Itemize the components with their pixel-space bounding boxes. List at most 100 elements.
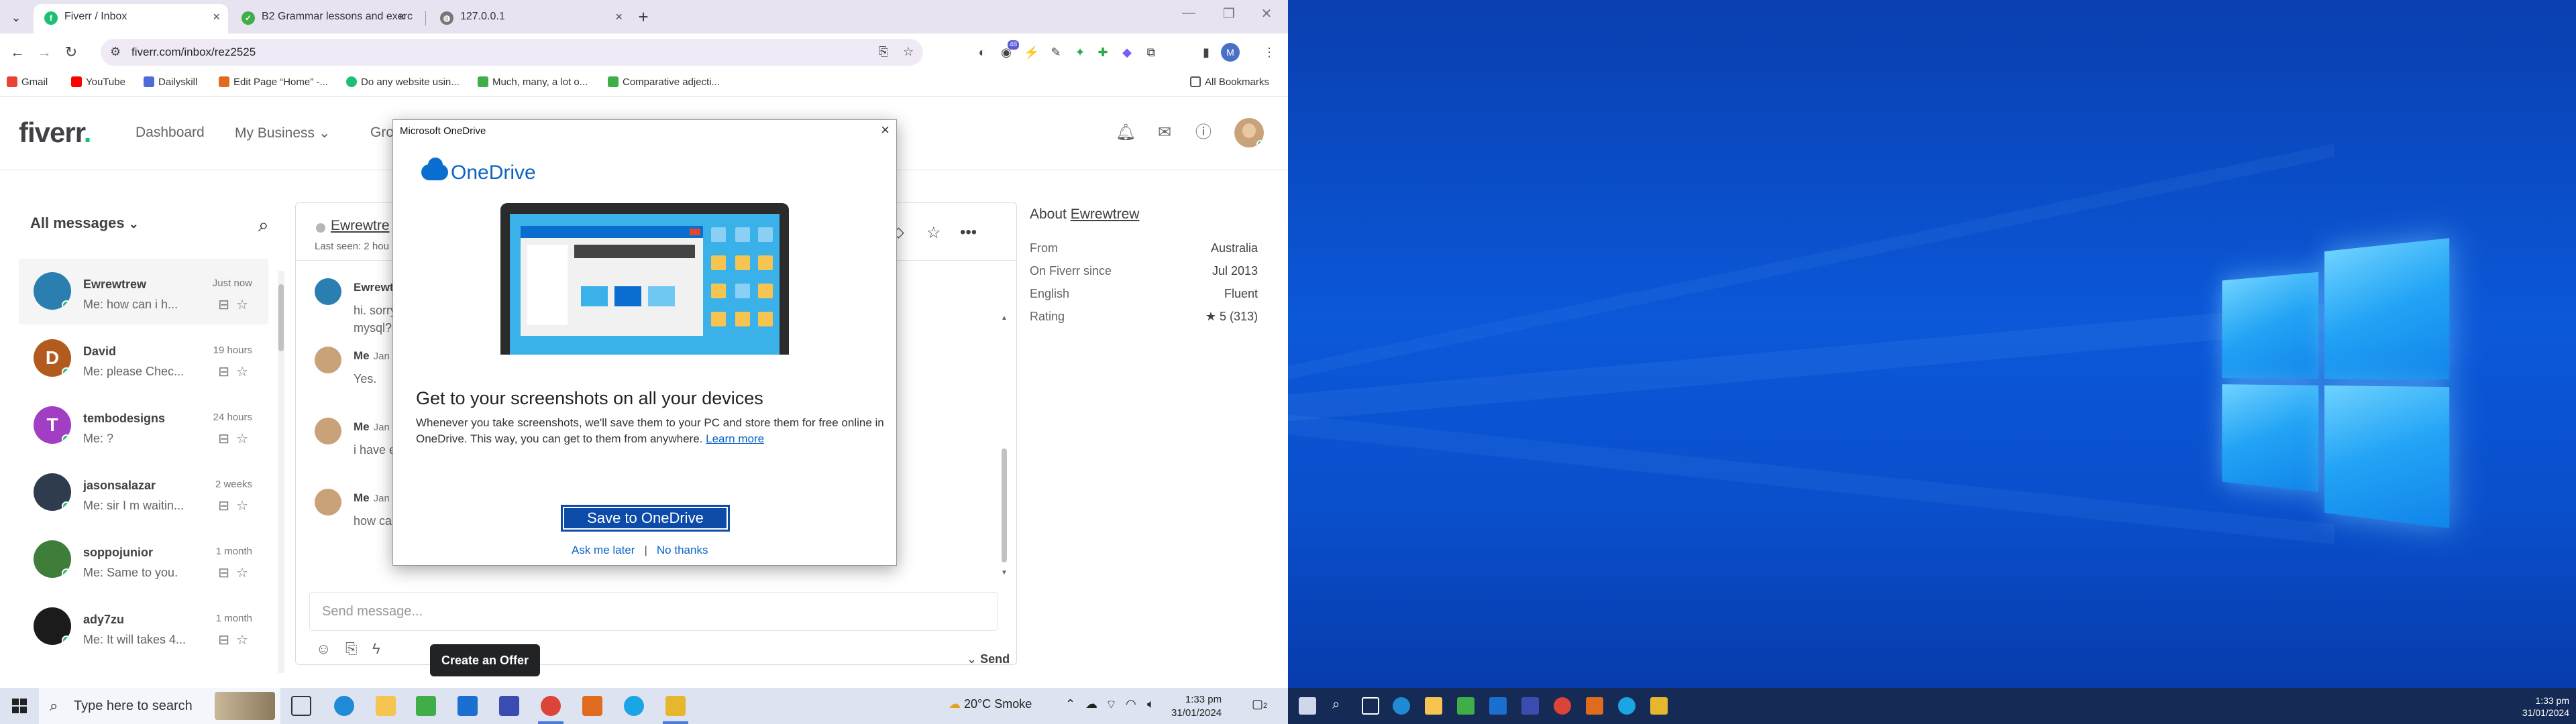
profile-avatar[interactable]: M (1221, 43, 1240, 62)
notes-app-icon[interactable] (663, 696, 688, 724)
quick-response-icon[interactable]: ϟ (372, 640, 380, 658)
save-to-onedrive-button[interactable]: Save to OneDrive (561, 505, 730, 532)
back-arrow-icon[interactable]: ← (8, 43, 27, 62)
calendar-app-icon[interactable] (416, 696, 436, 716)
scroll-up-icon[interactable]: ▲ (1000, 314, 1008, 322)
taskbar-clock[interactable]: 1:33 pm 31/01/2024 (1171, 693, 1222, 720)
calendar-app-icon[interactable] (1457, 697, 1474, 715)
skype-icon[interactable] (624, 696, 644, 716)
install-app-icon[interactable]: ⎘ (879, 45, 888, 59)
volume-icon[interactable]: 🔈︎ (1147, 697, 1155, 711)
fiverr-logo[interactable]: fiverr. (19, 117, 91, 149)
ask-me-later-link[interactable]: Ask me later (572, 544, 635, 556)
bell-icon[interactable]: 🔔︎ (1115, 122, 1136, 143)
sublime-icon[interactable] (1586, 697, 1603, 715)
conversation-item[interactable]: Ewrewtrew Just now Me: how can i h... ⊟☆ (19, 259, 268, 324)
tab-fiverr-inbox[interactable]: f Fiverr / Inbox × (34, 4, 228, 34)
onedrive-tray-icon[interactable]: ☁ (1085, 697, 1097, 711)
message-input[interactable]: Send message... (309, 592, 998, 631)
attachment-icon[interactable]: ⎘ (345, 640, 358, 658)
star-icon[interactable]: ☆ (236, 432, 255, 446)
notifications-icon[interactable]: ▢2 (1252, 697, 1267, 711)
nav-my-business[interactable]: My Business ⌄ (235, 125, 331, 141)
envelope-icon[interactable]: ✉ (1154, 122, 1175, 143)
tab-search-icon[interactable]: ⌄ (7, 8, 25, 27)
tray-chevron-icon[interactable]: ⌃ (1065, 697, 1075, 711)
chat-username[interactable]: Ewrewtre (331, 218, 390, 234)
archive-icon[interactable]: ⊟ (218, 432, 236, 446)
edge-icon[interactable] (334, 696, 354, 716)
search-icon[interactable]: ⌕ (258, 215, 269, 237)
star-icon[interactable]: ☆ (236, 499, 255, 514)
all-messages-filter[interactable]: All messages ⌄ (30, 215, 139, 232)
address-bar[interactable]: ⚙ fiverr.com/inbox/rez2525 ☆ ⎘ (101, 39, 923, 66)
drop-extension-icon[interactable]: ◆ (1118, 43, 1136, 62)
file-explorer-icon[interactable] (1425, 697, 1442, 715)
extension-badge-icon[interactable]: ◉ 48 (997, 40, 1020, 62)
archive-icon[interactable]: ⊟ (218, 499, 236, 514)
snipping-tool-icon[interactable] (1521, 697, 1539, 715)
task-view-icon[interactable] (291, 696, 311, 716)
puzzle-extensions-icon[interactable]: ⧉ (1142, 43, 1161, 62)
learn-more-link[interactable]: Learn more (706, 432, 764, 445)
bookmark-edit-page[interactable]: Edit Page “Home” -... (219, 76, 328, 88)
no-thanks-link[interactable]: No thanks (657, 544, 708, 556)
tab-localhost[interactable]: ◍ 127.0.0.1 × (429, 4, 631, 34)
close-tab-icon[interactable]: × (615, 4, 623, 29)
forward-arrow-icon[interactable]: → (35, 43, 54, 62)
bookmark-dailyskill[interactable]: Dailyskill (144, 76, 197, 88)
extension-icon[interactable]: ◐ (973, 43, 991, 62)
chrome-icon[interactable] (538, 696, 564, 724)
archive-icon[interactable]: ⊟ (218, 633, 236, 648)
bookmark-website[interactable]: Do any website usin... (346, 76, 460, 88)
all-bookmarks[interactable]: All Bookmarks (1190, 76, 1269, 88)
windows-start-icon[interactable] (12, 699, 27, 713)
bookmark-star-icon[interactable]: ☆ (903, 45, 914, 59)
side-panel-icon[interactable]: ▮ (1197, 43, 1216, 62)
nav-growth[interactable]: Gro (370, 125, 394, 141)
windows-start-icon[interactable] (1299, 697, 1316, 715)
wifi-icon[interactable]: ◠ (1126, 697, 1136, 711)
task-view-icon[interactable] (1362, 697, 1379, 715)
star-icon[interactable]: ☆ (236, 365, 255, 379)
conversation-item[interactable]: soppojunior 1 month Me: Same to you. ⊟☆ (19, 527, 268, 593)
kebab-menu-icon[interactable]: ⋮ (1260, 43, 1279, 62)
edge-icon[interactable] (1393, 697, 1410, 715)
star-icon[interactable]: ☆ (236, 566, 255, 581)
nav-dashboard[interactable]: Dashboard (136, 125, 205, 141)
star-icon[interactable]: ☆ (236, 298, 255, 312)
close-icon[interactable]: × (881, 121, 890, 139)
site-info-icon[interactable]: ⚙ (110, 45, 121, 59)
more-options-icon[interactable]: ••• (960, 223, 977, 242)
green-extension-icon[interactable]: ✦ (1071, 43, 1089, 62)
conversation-item[interactable]: D David 19 hours Me: please Chec... ⊟☆ (19, 326, 268, 391)
chrome-icon[interactable] (1554, 697, 1571, 715)
rating-value[interactable]: ★ 5 (313) (1205, 310, 1258, 324)
snipping-tool-icon[interactable] (499, 696, 519, 716)
user-avatar[interactable] (1234, 118, 1264, 147)
bookmark-gmail[interactable]: Gmail (7, 76, 48, 88)
pencil-extension-icon[interactable]: ✎ (1046, 43, 1065, 62)
conversation-scrollbar[interactable] (278, 271, 284, 673)
star-icon[interactable]: ☆ (926, 223, 941, 243)
archive-icon[interactable]: ⊟ (218, 566, 236, 581)
scroll-down-icon[interactable]: ▼ (1000, 569, 1008, 577)
search-icon[interactable]: ⌕ (1332, 697, 1350, 715)
reload-icon[interactable]: ↻ (62, 43, 80, 62)
close-tab-icon[interactable]: × (398, 4, 405, 29)
weather-widget[interactable]: ☁︎ 20°C Smoke (949, 697, 1032, 711)
minimize-window-icon[interactable]: — (1175, 5, 1202, 21)
lightning-extension-icon[interactable]: ⚡ (1022, 43, 1041, 62)
cross-extension-icon[interactable]: ✚ (1093, 43, 1112, 62)
star-icon[interactable]: ☆ (236, 633, 255, 648)
send-button[interactable]: ⌄ Send (967, 652, 1010, 666)
help-icon[interactable]: ⓘ (1193, 122, 1214, 143)
bookmark-comparative[interactable]: Comparative adjecti... (608, 76, 720, 88)
conversation-item[interactable]: Ttembodesigns 24 hours Me: ? ⊟☆ (19, 393, 268, 459)
new-tab-button[interactable]: + (633, 7, 653, 27)
conversation-item[interactable]: jasonsalazar 2 weeks Me: sir I m waitin...… (19, 460, 268, 526)
bookmark-much-many[interactable]: Much, many, a lot o... (478, 76, 588, 88)
network-icon[interactable]: ⌔ (1106, 697, 1117, 713)
skype-icon[interactable] (1618, 697, 1635, 715)
conversation-item[interactable]: ady7zu 1 month Me: It will takes 4... ⊟☆ (19, 594, 268, 660)
